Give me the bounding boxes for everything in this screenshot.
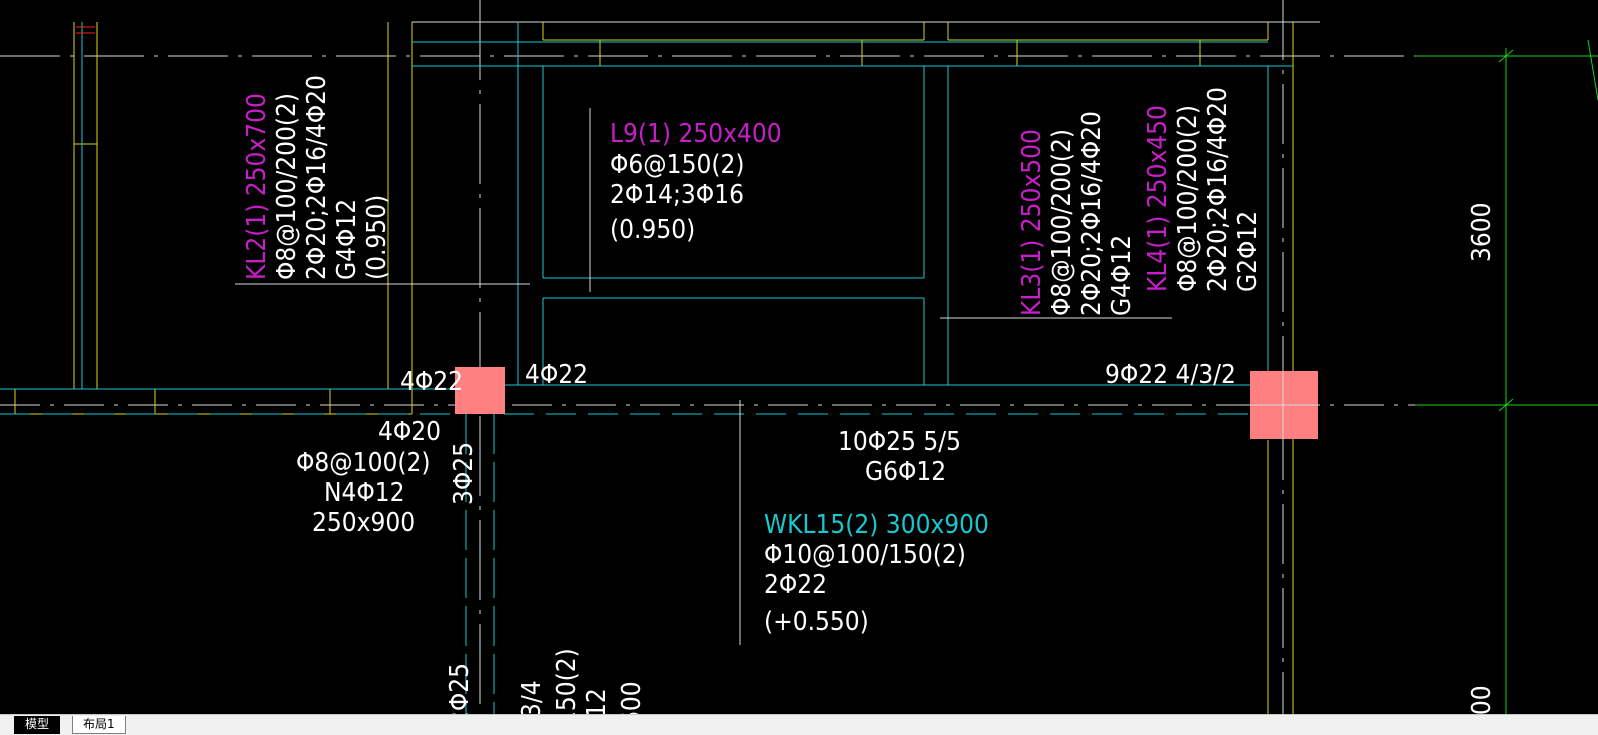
kl2-elev: (0.950) <box>362 195 392 280</box>
fragment-12: 12 <box>582 688 612 714</box>
kl4-bars: 2Φ20;2Φ16/4Φ20 <box>1203 87 1233 292</box>
fragment-150-2: 150(2) <box>552 648 582 714</box>
layout-tab-bar: 模型 布局1 <box>0 714 1598 735</box>
kl3-bars: 2Φ20;2Φ16/4Φ20 <box>1077 111 1107 316</box>
kl4-stirrup: Φ8@100/200(2) <box>1173 105 1203 292</box>
left-beam-bottom: 4Φ20 <box>378 417 441 447</box>
kl2-name: KL2(1) 250x700 <box>242 93 272 280</box>
wkl15-side-bar: G6Φ12 <box>865 457 946 487</box>
left-top-bar-b: 4Φ22 <box>525 360 588 390</box>
tab-model[interactable]: 模型 <box>14 716 61 734</box>
kl4-side: G2Φ12 <box>1233 211 1263 292</box>
fragment-600: 600 <box>617 681 647 714</box>
l9-elev: (0.950) <box>610 215 695 245</box>
left-beam-side: N4Φ12 <box>324 478 405 508</box>
wkl15-elev: (+0.550) <box>764 607 869 637</box>
kl3-name: KL3(1) 250x500 <box>1017 129 1047 316</box>
left-beam-size: 250x900 <box>312 508 415 538</box>
fragment-700: 700 <box>1467 685 1497 714</box>
drawing-canvas[interactable]: KL2(1) 250x700 Φ8@100/200(2) 2Φ20;2Φ16/4… <box>0 0 1598 714</box>
l9-stirrup: Φ6@150(2) <box>610 150 744 180</box>
wkl15-name: WKL15(2) 300x900 <box>764 510 989 540</box>
left-beam-stirrup: Φ8@100(2) <box>296 448 430 478</box>
left-top-bar-a: 4Φ22 <box>400 367 463 397</box>
wkl15-bottom-bar: 10Φ25 5/5 <box>838 427 961 457</box>
wkl15-bars: 2Φ22 <box>764 570 827 600</box>
vertical-bar: 3Φ25 <box>449 442 479 505</box>
tab-layout1-label: 布局1 <box>83 717 115 731</box>
tab-layout1[interactable]: 布局1 <box>72 716 126 734</box>
kl3-stirrup: Φ8@100/200(2) <box>1047 129 1077 316</box>
kl2-stirrup: Φ8@100/200(2) <box>272 93 302 280</box>
wkl15-stirrup: Φ10@100/150(2) <box>764 540 966 570</box>
dimension-3600: 3600 <box>1467 202 1497 262</box>
fragment-2phi25: 2Φ25 <box>445 663 475 714</box>
kl3-side: G4Φ12 <box>1107 235 1137 316</box>
kl4-name: KL4(1) 250x450 <box>1143 105 1173 292</box>
kl2-side: G4Φ12 <box>332 199 362 280</box>
l9-bars: 2Φ14;3Φ16 <box>610 180 744 210</box>
l9-name: L9(1) 250x400 <box>610 119 782 149</box>
right-top-bar: 9Φ22 4/3/2 <box>1105 360 1236 390</box>
tab-model-label: 模型 <box>25 717 50 731</box>
fragment-3-4: 3/4 <box>517 680 547 714</box>
kl2-bars: 2Φ20;2Φ16/4Φ20 <box>302 75 332 280</box>
